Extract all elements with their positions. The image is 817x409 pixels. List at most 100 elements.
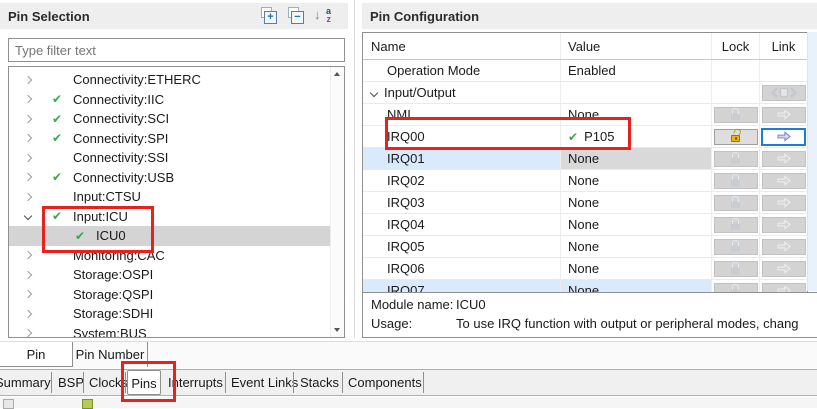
panel-sash[interactable]: [354, 0, 355, 338]
lock-button[interactable]: [714, 129, 758, 145]
link-button[interactable]: [762, 239, 806, 255]
lock-button[interactable]: [714, 195, 758, 211]
chevron-right-icon[interactable]: [25, 291, 37, 297]
tab-bsp[interactable]: BSP: [58, 370, 84, 395]
tree-item-ospi[interactable]: Storage:OSPI: [9, 265, 331, 285]
link-cell: [760, 82, 807, 103]
tree-item-sdhi[interactable]: Storage:SDHI: [9, 304, 331, 324]
lock-button[interactable]: [714, 107, 758, 123]
sort-az-icon[interactable]: ↓ a z: [314, 7, 332, 24]
table-row-irq00[interactable]: IRQ00 ✔ P105: [363, 126, 807, 148]
chevron-right-icon[interactable]: [25, 135, 37, 141]
tab-pin-function[interactable]: Pin Function: [0, 342, 73, 367]
table-row-irq03[interactable]: IRQ03 None: [363, 192, 807, 214]
scroll-down-icon[interactable]: [334, 328, 340, 332]
chevron-right-icon[interactable]: [25, 96, 37, 102]
pin-group-nav-button[interactable]: [762, 85, 806, 101]
row-name: IRQ03: [363, 192, 561, 213]
chevron-right-icon[interactable]: [25, 174, 37, 180]
tree-item-label: Connectivity:SPI: [73, 131, 168, 146]
tree-item-etherc[interactable]: Connectivity:ETHERC: [9, 70, 331, 90]
tree-item-qspi[interactable]: Storage:QSPI: [9, 285, 331, 305]
row-value[interactable]: None: [561, 236, 712, 257]
usage-value: To use IRQ function with output or perip…: [456, 316, 799, 331]
tab-components[interactable]: Components: [348, 370, 422, 395]
tree-item-ctsu[interactable]: Input:CTSU: [9, 187, 331, 207]
link-button[interactable]: [762, 217, 806, 233]
link-button[interactable]: [762, 261, 806, 277]
tab-stacks[interactable]: Stacks: [300, 370, 339, 395]
table-scrollbar[interactable]: [807, 32, 817, 291]
module-name-value: ICU0: [456, 297, 486, 312]
table-row-irq05[interactable]: IRQ05 None: [363, 236, 807, 258]
tree-item-ssi[interactable]: Connectivity:SSI: [9, 148, 331, 168]
tree-item-sci[interactable]: ✔ Connectivity:SCI: [9, 109, 331, 129]
lock-button[interactable]: [714, 151, 758, 167]
scroll-up-icon[interactable]: [334, 72, 340, 76]
link-cell: [760, 258, 807, 279]
tab-interrupts[interactable]: Interrupts: [168, 370, 223, 395]
chevron-right-icon[interactable]: [25, 252, 37, 258]
tree-item-label: Input:CTSU: [73, 189, 141, 204]
tab-clocks[interactable]: Clocks: [89, 370, 128, 395]
chevron-right-icon[interactable]: [25, 311, 37, 317]
tree-item-cac[interactable]: Monitoring:CAC: [9, 246, 331, 266]
chevron-down-icon[interactable]: [370, 88, 378, 96]
link-button[interactable]: [762, 107, 806, 123]
tree-item-usb[interactable]: ✔ Connectivity:USB: [9, 168, 331, 188]
lock-button[interactable]: [714, 217, 758, 233]
chevron-right-icon[interactable]: [25, 155, 37, 161]
arrow-right-icon: [777, 197, 791, 208]
editor-tab-bar: Summary BSP Clocks Pins Interrupts Event…: [0, 369, 817, 396]
link-button[interactable]: [762, 173, 806, 189]
link-cell: [760, 126, 807, 147]
table-row-nmi[interactable]: NMI None: [363, 104, 807, 126]
table-row-irq01[interactable]: IRQ01 None: [363, 148, 807, 170]
lock-button[interactable]: [714, 261, 758, 277]
table-row-input-output[interactable]: Input/Output: [363, 82, 807, 104]
tree-item-iic[interactable]: ✔ Connectivity:IIC: [9, 90, 331, 110]
link-cell: [760, 104, 807, 125]
lock-button[interactable]: [714, 173, 758, 189]
tab-event-links[interactable]: Event Links: [231, 370, 298, 395]
pin-configuration-table: Name Value Lock Link Operation Mode Enab…: [362, 32, 808, 302]
tree-item-spi[interactable]: ✔ Connectivity:SPI: [9, 129, 331, 149]
link-cell: [760, 236, 807, 257]
chevron-right-icon[interactable]: [25, 272, 37, 278]
expand-all-icon[interactable]: +: [260, 7, 277, 24]
row-value[interactable]: None: [561, 170, 712, 191]
lock-button[interactable]: [714, 239, 758, 255]
tree-item-bus[interactable]: System:BUS: [9, 324, 331, 339]
tab-pins[interactable]: Pins: [127, 370, 161, 395]
filter-input[interactable]: [9, 39, 344, 61]
tab-summary[interactable]: Summary: [0, 370, 51, 395]
link-button[interactable]: [762, 195, 806, 211]
chevron-right-icon[interactable]: [25, 330, 37, 336]
row-value[interactable]: None: [561, 258, 712, 279]
table-row-irq02[interactable]: IRQ02 None: [363, 170, 807, 192]
tree-item-icu[interactable]: ✔ Input:ICU: [9, 207, 331, 227]
link-button[interactable]: [761, 128, 806, 146]
tree-item-label: Connectivity:USB: [73, 170, 174, 185]
tab-pin-number[interactable]: Pin Number: [73, 342, 148, 367]
table-row-operation-mode[interactable]: Operation Mode Enabled: [363, 60, 807, 82]
row-value[interactable]: None: [561, 214, 712, 235]
row-value[interactable]: None: [561, 192, 712, 213]
row-value[interactable]: Enabled: [561, 60, 712, 81]
tree-item-label: Storage:OSPI: [73, 267, 153, 282]
row-name: NMI: [363, 104, 561, 125]
table-row-irq06[interactable]: IRQ06 None: [363, 258, 807, 280]
row-value[interactable]: ✔ P105: [561, 126, 712, 147]
chevron-right-icon[interactable]: [25, 194, 37, 200]
chevron-down-icon[interactable]: [25, 213, 37, 219]
tree-item-label: Monitoring:CAC: [73, 248, 165, 263]
chevron-right-icon[interactable]: [25, 116, 37, 122]
tree-item-icu0[interactable]: ✔ ICU0: [9, 226, 331, 246]
row-value[interactable]: None: [561, 148, 712, 169]
collapse-all-icon[interactable]: −: [287, 7, 304, 24]
tree-scrollbar[interactable]: [330, 67, 344, 337]
chevron-right-icon[interactable]: [25, 77, 37, 83]
link-button[interactable]: [762, 151, 806, 167]
table-row-irq04[interactable]: IRQ04 None: [363, 214, 807, 236]
row-value[interactable]: None: [561, 104, 712, 125]
